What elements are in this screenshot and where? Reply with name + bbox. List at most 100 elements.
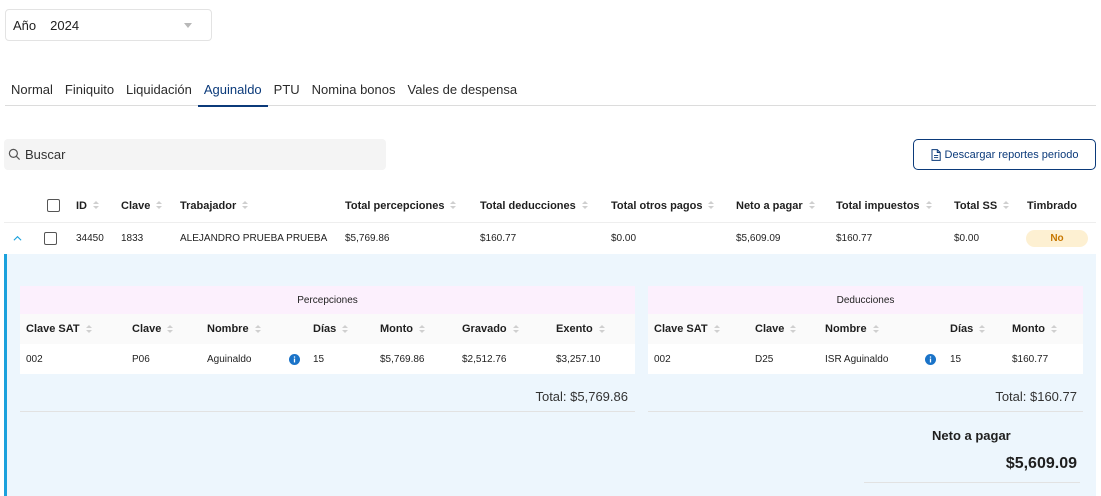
col-header-id-label: ID — [76, 199, 87, 212]
col-header-dias[interactable]: Días — [950, 314, 986, 344]
percepciones-total-divider — [20, 411, 635, 412]
row-select-cell — [44, 223, 57, 254]
cell-monto: $5,769.86 — [380, 353, 425, 365]
col-header-clave-sat[interactable]: Clave SAT — [654, 314, 720, 344]
col-header-total-otros-pagos-label: Total otros pagos — [611, 199, 703, 212]
col-header-total-impuestos-label: Total impuestos — [836, 199, 920, 212]
percepciones-total: Total: $5,769.86 — [535, 389, 628, 404]
info-icon[interactable] — [289, 344, 300, 374]
year-select[interactable]: Año 2024 — [5, 9, 212, 41]
cell-id: 34450 — [76, 233, 104, 244]
col-header-exento[interactable]: Exento — [556, 314, 605, 344]
col-header-neto-a-pagar[interactable]: Neto a pagar — [736, 189, 815, 222]
col-header-gravado[interactable]: Gravado — [462, 314, 519, 344]
sort-icon — [156, 201, 163, 210]
deducciones-table: Deducciones Clave SAT Clave Nombre Días … — [648, 286, 1083, 374]
percepciones-title: Percepciones — [20, 286, 635, 314]
sort-icon — [1050, 324, 1057, 334]
col-header-clave-label: Clave — [121, 199, 151, 212]
col-header-dias[interactable]: Días — [313, 314, 349, 344]
col-header-trabajador-label: Trabajador — [180, 199, 237, 212]
cell-trabajador: ALEJANDRO PRUEBA PRUEBA — [180, 233, 328, 244]
sort-icon — [512, 324, 519, 334]
sort-icon — [979, 324, 986, 334]
col-header-id[interactable]: ID — [76, 189, 99, 222]
col-header-nombre[interactable]: Nombre — [825, 314, 879, 344]
sort-icon — [872, 324, 879, 334]
col-header-total-otros-pagos[interactable]: Total otros pagos — [611, 189, 715, 222]
tab-normal[interactable]: Normal — [5, 80, 59, 106]
expand-row-toggle[interactable] — [13, 223, 22, 254]
col-header-clave-label: Clave — [132, 323, 162, 335]
neto-a-pagar-label: Neto a pagar — [932, 428, 1011, 443]
year-select-label: Año — [13, 17, 37, 33]
sort-icon — [342, 324, 349, 334]
cell-exento: $3,257.10 — [556, 353, 601, 365]
col-header-neto-a-pagar-label: Neto a pagar — [736, 199, 803, 212]
neto-divider — [864, 482, 1080, 483]
col-header-clave[interactable]: Clave — [755, 314, 797, 344]
deducciones-title: Deducciones — [648, 286, 1083, 314]
tab-liquidacion[interactable]: Liquidación — [120, 80, 198, 106]
tab-vales-de-despensa[interactable]: Vales de despensa — [401, 80, 523, 106]
cell-total-otros-pagos: $0.00 — [611, 233, 637, 244]
col-header-dias-label: Días — [313, 323, 337, 335]
col-header-total-ss[interactable]: Total SS — [954, 189, 1010, 222]
col-header-trabajador[interactable]: Trabajador — [180, 189, 249, 222]
table-row: 002 D25 ISR Aguinaldo 15 $160.77 — [648, 344, 1083, 374]
col-header-total-percepciones-label: Total percepciones — [345, 199, 445, 212]
col-header-clave-sat-label: Clave SAT — [26, 323, 80, 335]
cell-total-ss: $0.00 — [954, 233, 980, 244]
sort-icon — [450, 201, 457, 210]
col-header-clave-label: Clave — [755, 323, 785, 335]
sort-icon — [1003, 201, 1010, 210]
col-header-total-deducciones[interactable]: Total deducciones — [480, 189, 588, 222]
cell-clave: 1833 — [121, 233, 144, 244]
table-row: 002 P06 Aguinaldo 15 $5,769.86 $2,512.76… — [20, 344, 635, 374]
deducciones-total: Total: $160.77 — [995, 389, 1077, 404]
download-reports-button[interactable]: Descargar reportes periodo — [913, 139, 1096, 170]
select-all-cell — [47, 189, 60, 222]
deducciones-header: Clave SAT Clave Nombre Días Monto — [648, 314, 1083, 344]
row-checkbox[interactable] — [44, 232, 57, 245]
percepciones-table: Percepciones Clave SAT Clave Nombre Días… — [20, 286, 635, 374]
sort-icon — [598, 324, 605, 334]
col-header-gravado-label: Gravado — [462, 323, 507, 335]
cell-clave-sat: 002 — [654, 353, 671, 365]
col-header-nombre-label: Nombre — [207, 323, 249, 335]
sort-icon — [808, 201, 815, 210]
info-icon[interactable] — [925, 344, 936, 374]
col-header-total-percepciones[interactable]: Total percepciones — [345, 189, 457, 222]
col-header-clave[interactable]: Clave — [132, 314, 174, 344]
tab-aguinaldo[interactable]: Aguinaldo — [197, 80, 268, 107]
cell-nombre: Aguinaldo — [207, 353, 252, 365]
sort-icon — [93, 201, 99, 210]
col-header-monto-label: Monto — [380, 323, 413, 335]
sort-icon — [85, 324, 92, 334]
col-header-clave-sat-label: Clave SAT — [654, 323, 708, 335]
percepciones-header: Clave SAT Clave Nombre Días Monto Gravad… — [20, 314, 635, 344]
cell-total-deducciones: $160.77 — [480, 233, 517, 244]
col-header-monto[interactable]: Monto — [1012, 314, 1057, 344]
col-header-monto[interactable]: Monto — [380, 314, 425, 344]
chevron-up-icon — [13, 235, 22, 241]
cell-total-impuestos: $160.77 — [836, 233, 873, 244]
col-header-timbrado[interactable]: Timbrado — [1027, 189, 1077, 222]
search-box — [4, 139, 386, 170]
tab-nomina-bonos[interactable]: Nomina bonos — [306, 80, 402, 106]
col-header-clave[interactable]: Clave — [121, 189, 163, 222]
table-header: ID Clave Trabajador Total percepciones T… — [4, 189, 1096, 222]
col-header-clave-sat[interactable]: Clave SAT — [26, 314, 92, 344]
col-header-total-impuestos[interactable]: Total impuestos — [836, 189, 932, 222]
tab-ptu[interactable]: PTU — [268, 80, 306, 106]
sort-icon — [167, 324, 174, 334]
sort-icon — [242, 201, 249, 210]
status-badge: No — [1026, 230, 1088, 247]
cell-clave: D25 — [755, 353, 774, 365]
col-header-exento-label: Exento — [556, 323, 593, 335]
col-header-nombre[interactable]: Nombre — [207, 314, 261, 344]
select-all-checkbox[interactable] — [47, 199, 60, 212]
neto-a-pagar-value: $5,609.09 — [1005, 455, 1077, 472]
tab-finiquito[interactable]: Finiquito — [59, 80, 120, 106]
search-input[interactable] — [25, 147, 365, 162]
